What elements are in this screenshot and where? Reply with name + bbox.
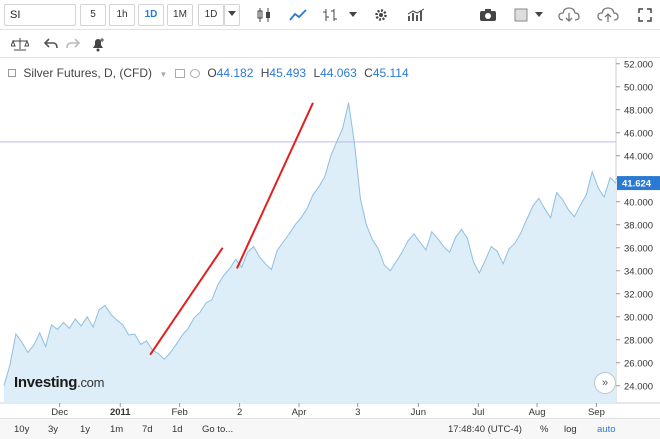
square-icon xyxy=(514,8,528,22)
chart-app: SI 5 1h 1D 1M 1D 24.000 26.000 28.000 30… xyxy=(0,0,660,439)
scroll-to-end-button[interactable]: » xyxy=(594,372,616,394)
y-tick-label: 38.000 xyxy=(624,220,653,231)
save-button[interactable] xyxy=(595,4,621,26)
undo-icon xyxy=(44,38,58,49)
load-button[interactable] xyxy=(556,4,582,26)
chart-interval-select[interactable]: 1D xyxy=(198,4,224,26)
template-dropdown[interactable] xyxy=(533,4,545,26)
range-7d[interactable]: 7d xyxy=(142,423,153,437)
candles-button[interactable] xyxy=(252,4,276,26)
area-chart-button[interactable] xyxy=(286,4,310,26)
close-value: 45.114 xyxy=(372,66,409,80)
template-button[interactable] xyxy=(510,4,532,26)
high-value: 45.493 xyxy=(269,66,307,80)
y-tick-label: 48.000 xyxy=(624,105,653,116)
chart-legend: Silver Futures, D, (CFD) ▼ O44.182 H45.4… xyxy=(8,66,409,80)
y-tick-label: 32.000 xyxy=(624,289,653,300)
scales-icon xyxy=(11,38,29,51)
camera-icon xyxy=(480,9,496,21)
range-10y[interactable]: 10y xyxy=(14,423,29,437)
y-tick-label: 28.000 xyxy=(624,335,653,346)
main-toolbar: SI 5 1h 1D 1M 1D xyxy=(0,0,660,30)
x-tick-label: Dec xyxy=(51,407,68,418)
interval-5-button[interactable]: 5 xyxy=(80,4,106,26)
interval-1m-button[interactable]: 1M xyxy=(167,4,193,26)
price-area xyxy=(4,102,616,404)
y-tick-label: 44.000 xyxy=(624,151,653,162)
symbol-input[interactable]: SI xyxy=(4,4,76,26)
chevron-down-icon xyxy=(535,12,543,17)
log-toggle[interactable]: log xyxy=(564,423,577,437)
fullscreen-icon xyxy=(638,8,652,22)
bars-icon xyxy=(323,9,337,21)
chevron-down-icon xyxy=(228,11,236,16)
interval-1h-button[interactable]: 1h xyxy=(109,4,135,26)
y-tick-label: 46.000 xyxy=(624,128,653,139)
redo-icon xyxy=(66,38,80,49)
y-tick-label: 26.000 xyxy=(624,358,653,369)
range-1m[interactable]: 1m xyxy=(110,423,123,437)
x-tick-label: Sep xyxy=(588,407,605,418)
double-chevron-right-icon: » xyxy=(601,377,609,389)
low-value: 44.063 xyxy=(320,66,357,80)
interval-dropdown-button[interactable] xyxy=(224,4,240,26)
balance-button[interactable] xyxy=(8,33,32,55)
x-tick-label: Jun xyxy=(411,407,426,418)
open-label: O xyxy=(207,66,217,80)
cloud-upload-icon xyxy=(597,7,619,22)
visibility-icon[interactable] xyxy=(174,69,185,78)
line-chart-icon xyxy=(289,9,307,21)
indicators-button[interactable] xyxy=(318,4,342,26)
settings-small-icon[interactable] xyxy=(189,69,200,78)
legend-toggle[interactable] xyxy=(8,69,16,77)
price-chart[interactable]: 24.000 26.000 28.000 30.000 32.000 34.000 36.0… xyxy=(0,58,660,418)
legend-title: Silver Futures, D, (CFD) xyxy=(23,66,153,80)
investing-logo: Investing.com xyxy=(14,374,105,391)
bell-plus-icon xyxy=(93,38,104,52)
compare-button[interactable] xyxy=(404,4,428,26)
y-tick-label: 24.000 xyxy=(624,381,653,392)
settings-button[interactable] xyxy=(369,4,393,26)
interval-1d-button[interactable]: 1D xyxy=(138,4,164,26)
indicators-dropdown[interactable] xyxy=(346,4,360,26)
gear-icon xyxy=(375,9,387,21)
bar-chart-icon xyxy=(407,8,425,21)
go-to-date[interactable]: Go to... xyxy=(202,423,233,437)
x-tick-label: 2011 xyxy=(110,407,131,418)
y-tick-label: 36.000 xyxy=(624,243,653,254)
y-tick-label: 52.000 xyxy=(624,59,653,70)
redo-button[interactable] xyxy=(62,33,84,55)
x-tick-label: Aug xyxy=(529,407,546,418)
range-3y[interactable]: 3y xyxy=(48,423,58,437)
x-tick-label: 3 xyxy=(355,407,360,418)
clock-time: 17:48:40 (UTC-4) xyxy=(448,424,522,435)
open-value: 44.182 xyxy=(216,66,254,80)
screenshot-button[interactable] xyxy=(476,4,500,26)
legend-menu-icon[interactable]: ▼ xyxy=(159,70,167,79)
percent-toggle[interactable]: % xyxy=(540,423,548,437)
x-tick-label: Apr xyxy=(292,407,307,418)
y-tick-label: 50.000 xyxy=(624,82,653,93)
y-tick-label: 40.000 xyxy=(624,197,653,208)
x-tick-label: 2 xyxy=(237,407,242,418)
candlestick-icon xyxy=(257,8,270,22)
range-1y[interactable]: 1y xyxy=(80,423,90,437)
drawing-toolbar xyxy=(0,30,660,58)
current-price-label: 41.624 xyxy=(622,179,652,190)
auto-toggle[interactable]: auto xyxy=(597,423,616,437)
y-tick-label: 34.000 xyxy=(624,266,653,277)
close-label: C xyxy=(364,66,373,80)
add-alert-button[interactable] xyxy=(86,33,110,55)
x-tick-label: Feb xyxy=(171,407,187,418)
undo-button[interactable] xyxy=(40,33,62,55)
fullscreen-button[interactable] xyxy=(634,4,656,26)
chevron-down-icon xyxy=(349,12,357,17)
y-tick-label: 30.000 xyxy=(624,312,653,323)
x-tick-label: Jul xyxy=(472,407,484,418)
range-bar: 10y 3y 1y 1m 7d 1d Go to... 17:48:40 (UT… xyxy=(0,418,660,439)
range-1d[interactable]: 1d xyxy=(172,423,183,437)
cloud-download-icon xyxy=(558,7,580,22)
